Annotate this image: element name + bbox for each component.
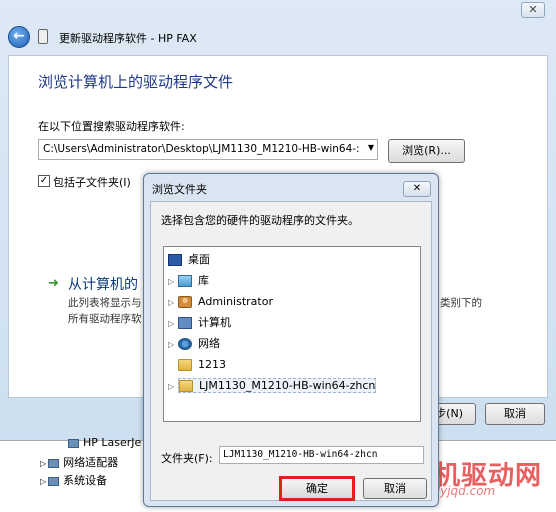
- folder-icon: [178, 359, 192, 371]
- dialog-prompt: 选择包含您的硬件的驱动程序的文件夹。: [161, 214, 359, 227]
- tree-node-computer[interactable]: ▷ 计算机: [168, 314, 231, 334]
- close-button[interactable]: ✕: [521, 2, 545, 18]
- back-arrow-icon[interactable]: ←: [8, 26, 30, 48]
- tree-node-ljm1130[interactable]: ▷ LJM1130_M1210-HB-win64-zhcn: [168, 377, 377, 397]
- expander-icon[interactable]: ▷: [168, 336, 178, 354]
- desktop-icon: [168, 254, 182, 266]
- folder-tree[interactable]: 桌面 ▷ 库 ▷ Administrator ▷ 计算机 ▷ 网络 1213 ▷ LJM1…: [163, 246, 421, 422]
- tree-node-network[interactable]: ▷ 网络: [168, 335, 220, 355]
- include-subfolders-checkbox[interactable]: ✓: [38, 175, 50, 187]
- tree-node-label: 库: [198, 274, 209, 287]
- green-arrow-icon: ➜: [48, 276, 59, 291]
- network-adapter-icon: [48, 458, 60, 468]
- expander-icon[interactable]: ▷: [40, 477, 46, 486]
- tree-node-libraries[interactable]: ▷ 库: [168, 272, 209, 292]
- dialog-cancel-button[interactable]: 取消: [363, 478, 427, 499]
- tree-item-network-adapters[interactable]: ▷ 网络适配器: [40, 454, 118, 470]
- tree-node-label: LJM1130_M1210-HB-win64-zhcn: [199, 379, 376, 392]
- user-folder-icon: [178, 296, 192, 308]
- search-path-value: C:\Users\Administrator\Desktop\LJM1130_M…: [43, 143, 360, 155]
- tree-node-desktop[interactable]: 桌面: [168, 251, 210, 271]
- tree-node-label: 网络: [198, 337, 220, 350]
- dropdown-arrow-icon[interactable]: ▼: [368, 143, 374, 152]
- library-icon: [178, 275, 192, 287]
- tree-item-label: HP LaserJe: [83, 436, 142, 449]
- window-title: 更新驱动程序软件 - HP FAX: [59, 32, 197, 45]
- expander-icon[interactable]: ▷: [168, 315, 178, 333]
- tree-node-1213[interactable]: 1213: [178, 356, 226, 376]
- pick-description-line2: 所有驱动程序软: [68, 313, 142, 325]
- search-location-label: 在以下位置搜索驱动程序软件:: [38, 120, 185, 133]
- ok-button[interactable]: 确定: [279, 476, 355, 501]
- pick-description-right: 类别下的: [440, 297, 482, 309]
- system-device-icon: [48, 476, 60, 486]
- pick-description-line1: 此列表将显示与: [68, 297, 142, 309]
- tree-item-hp-laserjet[interactable]: HP LaserJe: [68, 436, 141, 449]
- tree-node-label: 桌面: [188, 253, 210, 266]
- include-subfolders-label: 包括子文件夹(I): [53, 176, 131, 189]
- folder-icon: [179, 380, 193, 392]
- pick-from-list-link[interactable]: 从计算机的: [68, 274, 138, 294]
- tree-node-label: 计算机: [198, 316, 231, 329]
- wizard-cancel-button[interactable]: 取消: [485, 403, 545, 425]
- page-title: 浏览计算机上的驱动程序文件: [38, 73, 234, 91]
- tree-item-label: 系统设备: [63, 474, 108, 487]
- device-icon: [38, 29, 48, 44]
- tree-node-label: Administrator: [198, 295, 273, 308]
- dialog-close-button[interactable]: ✕: [403, 181, 431, 197]
- computer-icon: [178, 317, 192, 329]
- expander-icon[interactable]: ▷: [168, 273, 178, 291]
- expander-icon[interactable]: ▷: [168, 378, 178, 396]
- printer-icon: [68, 438, 79, 448]
- search-path-combobox[interactable]: C:\Users\Administrator\Desktop\LJM1130_M…: [38, 139, 378, 160]
- tree-item-label: 网络适配器: [63, 456, 119, 469]
- dialog-content: 选择包含您的硬件的驱动程序的文件夹。 桌面 ▷ 库 ▷ Administrator …: [150, 201, 432, 501]
- tree-node-label: 1213: [198, 358, 226, 371]
- tree-item-system-devices[interactable]: ▷ 系统设备: [40, 472, 107, 488]
- browse-button[interactable]: 浏览(R)...: [388, 139, 465, 163]
- expander-icon[interactable]: ▷: [40, 459, 46, 468]
- folder-field-label: 文件夹(F):: [161, 452, 213, 465]
- browse-folder-dialog: 浏览文件夹 ✕ 选择包含您的硬件的驱动程序的文件夹。 桌面 ▷ 库 ▷ Admini…: [143, 173, 439, 507]
- expander-icon[interactable]: ▷: [168, 294, 178, 312]
- dialog-title: 浏览文件夹: [152, 183, 207, 196]
- tree-node-administrator[interactable]: ▷ Administrator: [168, 293, 273, 313]
- network-icon: [178, 338, 192, 350]
- folder-input[interactable]: LJM1130_M1210-HB-win64-zhcn: [219, 446, 424, 464]
